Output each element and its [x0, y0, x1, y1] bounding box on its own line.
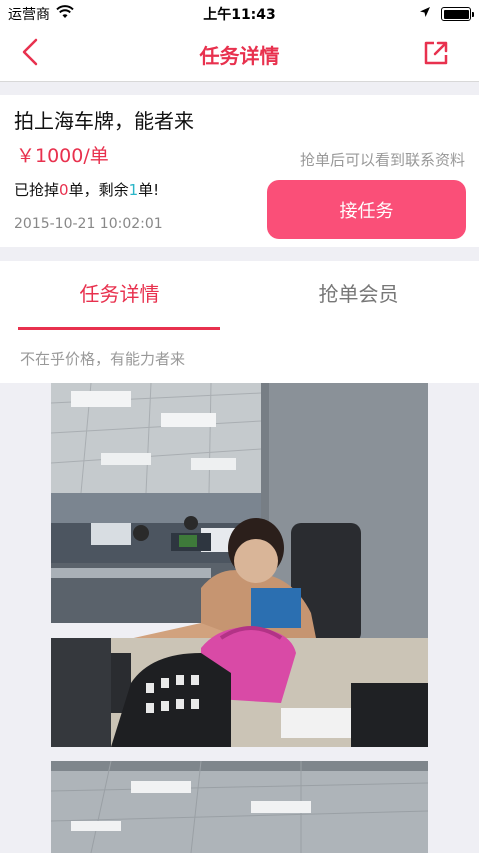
status-time: 上午11:43 [203, 7, 276, 23]
contact-hint: 抢单后可以看到联系资料 [299, 151, 465, 169]
active-tab-indicator [18, 327, 220, 330]
task-photo[interactable] [51, 761, 428, 853]
navigation-bar: 任务详情 [0, 28, 479, 82]
share-external-icon [422, 39, 450, 71]
task-progress: 已抢掉0单，剩余1单! [14, 179, 159, 200]
task-price: ￥1000/单 [16, 145, 109, 167]
page-title: 任务详情 [199, 44, 280, 68]
tab-task-details[interactable]: 任务详情 [0, 261, 239, 333]
task-date: 2015-10-21 10:02:01 [14, 216, 163, 232]
accept-task-button[interactable]: 接任务 [267, 180, 466, 239]
tab-grab-members[interactable]: 抢单会员 [239, 261, 478, 333]
progress-suffix: 单! [138, 181, 160, 199]
progress-middle: 单，剩余 [68, 181, 129, 199]
description-text: 不在乎价格，有能力者来 [20, 350, 186, 368]
remaining-count: 1 [128, 181, 139, 199]
task-photo[interactable] [51, 383, 428, 747]
task-card: 拍上海车牌，能者来 ￥1000/单 已抢掉0单，剩余1单! 2015-10-21… [0, 95, 479, 247]
status-right [419, 6, 474, 22]
battery-icon [441, 7, 474, 21]
photo-gallery [0, 383, 479, 853]
task-title: 拍上海车牌，能者来 [14, 109, 194, 133]
status-bar: 运营商 上午11:43 [0, 0, 479, 28]
share-button[interactable] [419, 38, 453, 72]
task-description: 不在乎价格，有能力者来 [0, 333, 479, 383]
progress-prefix: 已抢掉 [14, 181, 60, 199]
tab-bar: 任务详情 抢单会员 [0, 261, 479, 333]
taken-count: 0 [59, 181, 69, 199]
location-arrow-icon [419, 6, 431, 22]
